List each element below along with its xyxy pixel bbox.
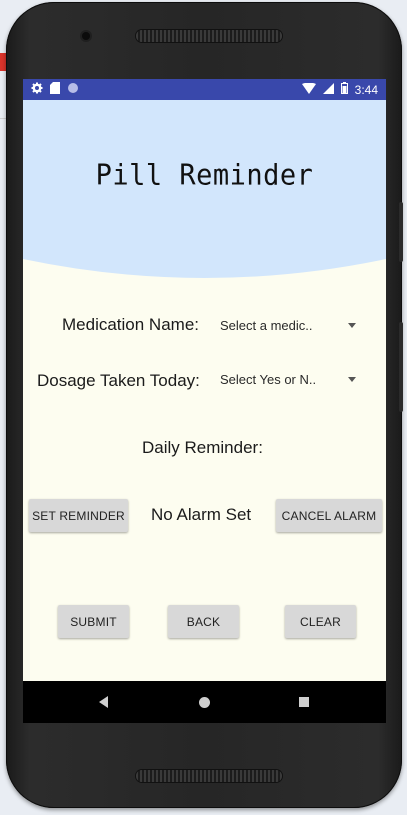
wifi-icon — [301, 82, 316, 97]
earpiece-speaker — [136, 30, 282, 42]
recent-apps-icon[interactable] — [299, 697, 309, 707]
volume-button[interactable] — [399, 322, 403, 412]
dropdown-arrow-icon — [348, 322, 356, 328]
gear-icon — [31, 82, 43, 97]
home-nav-icon[interactable] — [199, 697, 210, 708]
circle-icon — [67, 82, 79, 97]
back-nav-icon[interactable] — [99, 696, 108, 708]
battery-icon — [340, 82, 348, 97]
dosage-dropdown[interactable]: Select Yes or N.. — [220, 369, 360, 389]
dropdown-arrow-icon — [348, 376, 356, 382]
cancel-alarm-button[interactable]: Cancel Alarm — [276, 499, 382, 532]
front-camera — [82, 32, 90, 40]
app-screen: 3:44 Pill Reminder Medication Name: Sele… — [23, 79, 386, 723]
clock: 3:44 — [354, 82, 378, 97]
power-button[interactable] — [399, 202, 403, 262]
status-bar: 3:44 — [23, 79, 386, 100]
set-reminder-button[interactable]: Set Reminder — [29, 499, 128, 532]
medication-name-label: Medication Name: — [62, 315, 200, 334]
navigation-bar — [23, 681, 386, 723]
daily-reminder-label: Daily Reminder: — [142, 438, 263, 457]
header-wave — [23, 259, 386, 281]
signal-icon — [322, 82, 334, 97]
alarm-status-text: No Alarm Set — [151, 505, 252, 524]
submit-button[interactable]: Submit — [58, 605, 129, 638]
dosage-selected-value: Select Yes or N.. — [220, 371, 317, 387]
app-title: Pill Reminder — [95, 159, 314, 192]
dosage-label: Dosage Taken Today: — [37, 371, 200, 390]
clear-button[interactable]: Clear — [285, 605, 356, 638]
medication-selected-value: Select a medic.. — [220, 317, 313, 333]
bottom-speaker — [136, 770, 282, 782]
header-banner: Pill Reminder — [23, 100, 386, 281]
medication-name-dropdown[interactable]: Select a medic.. — [220, 315, 360, 335]
back-button[interactable]: Back — [168, 605, 239, 638]
sd-card-icon — [50, 82, 60, 97]
